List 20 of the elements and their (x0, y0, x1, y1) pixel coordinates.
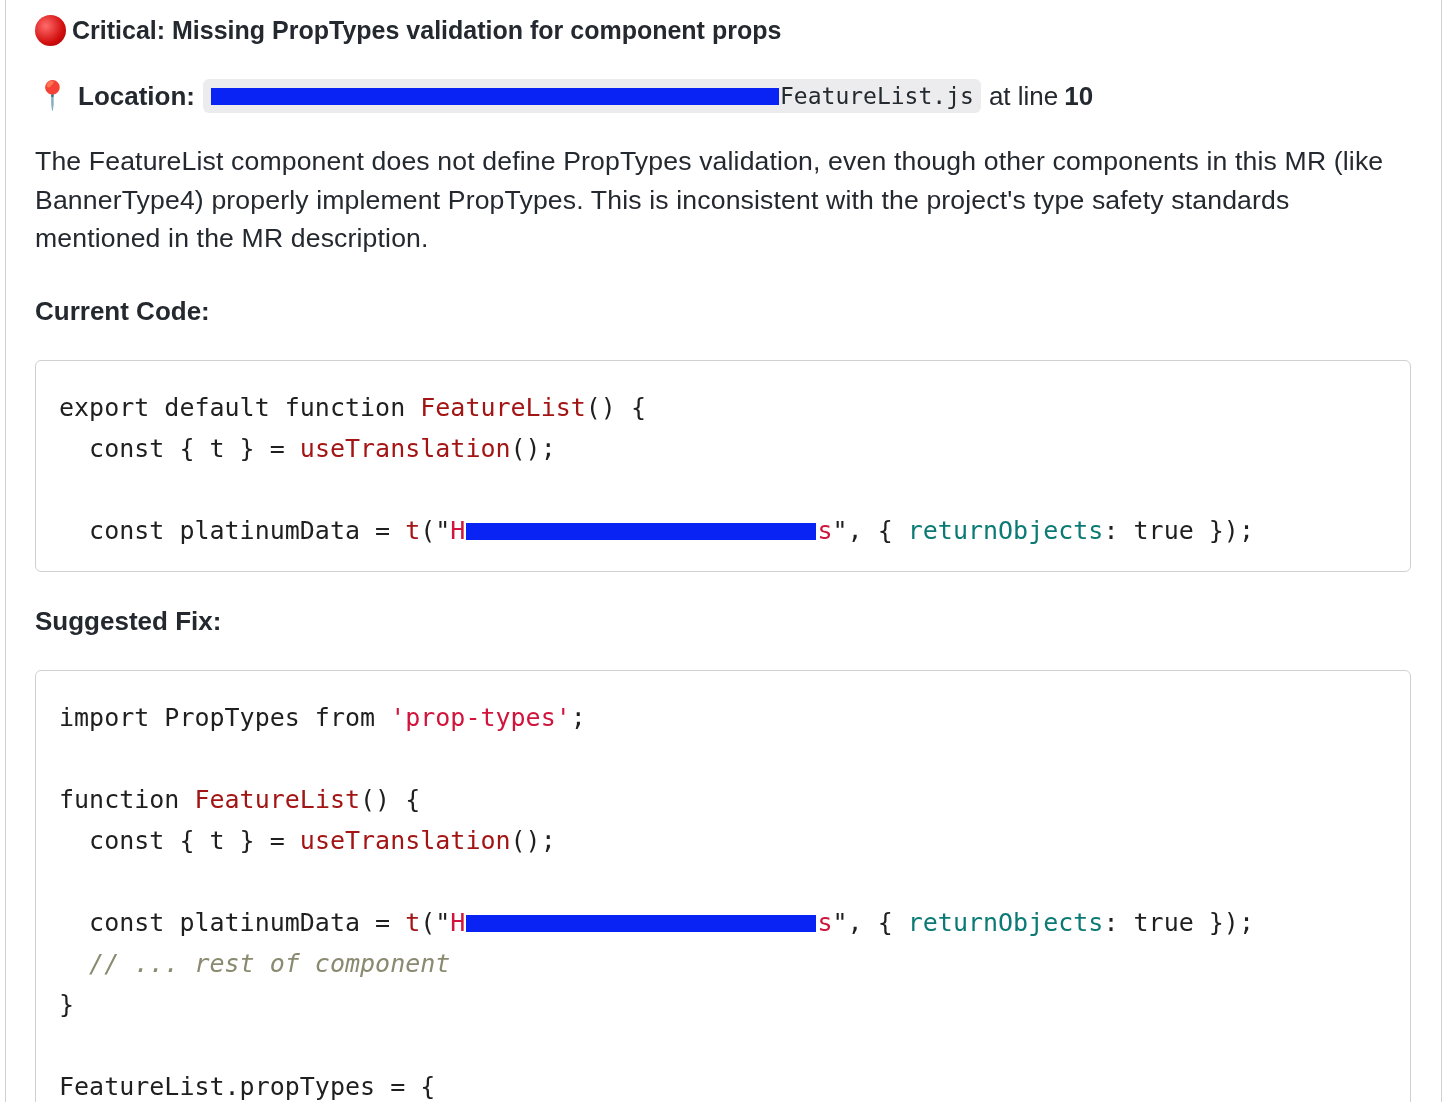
code-line: import PropTypes from 'prop-types'; (59, 701, 587, 734)
location-label: Location: (78, 80, 195, 112)
code-line: const { t } = useTranslation(); (88, 824, 557, 857)
code-line: } (59, 988, 76, 1021)
description: The FeatureList component does not define PropTypes validation, even though other components in this MR (like BannerType4) properly implement PropTypes. This is inconsistent with the project's type safety standards mentioned in the MR description. (35, 145, 1385, 255)
code-line: // ... rest of component (88, 947, 452, 980)
code-line: const platinumData = t("H s", { returnObjects: true }); (88, 906, 1255, 939)
code-line: export default function FeatureList() { (59, 391, 648, 424)
code-line: const { t } = useTranslation(); (88, 432, 557, 465)
line-prefix: at line (988, 80, 1059, 112)
code-line: FeatureList.propTypes = { (59, 1070, 437, 1102)
section-heading: Current Code: (35, 295, 211, 328)
line-number: 10 (1064, 80, 1094, 112)
critical-dot-icon (35, 14, 66, 46)
section-heading: Suggested Fix: (35, 605, 223, 638)
code-line: function FeatureList() { (59, 783, 422, 816)
issue-title: Critical: Missing PropTypes validation for component props (72, 15, 782, 45)
pin-icon: 📍 (35, 82, 70, 110)
code-line: const platinumData = t("H s", { returnObjects: true }); (88, 514, 1255, 547)
file-path: FeatureList.js (203, 79, 981, 113)
